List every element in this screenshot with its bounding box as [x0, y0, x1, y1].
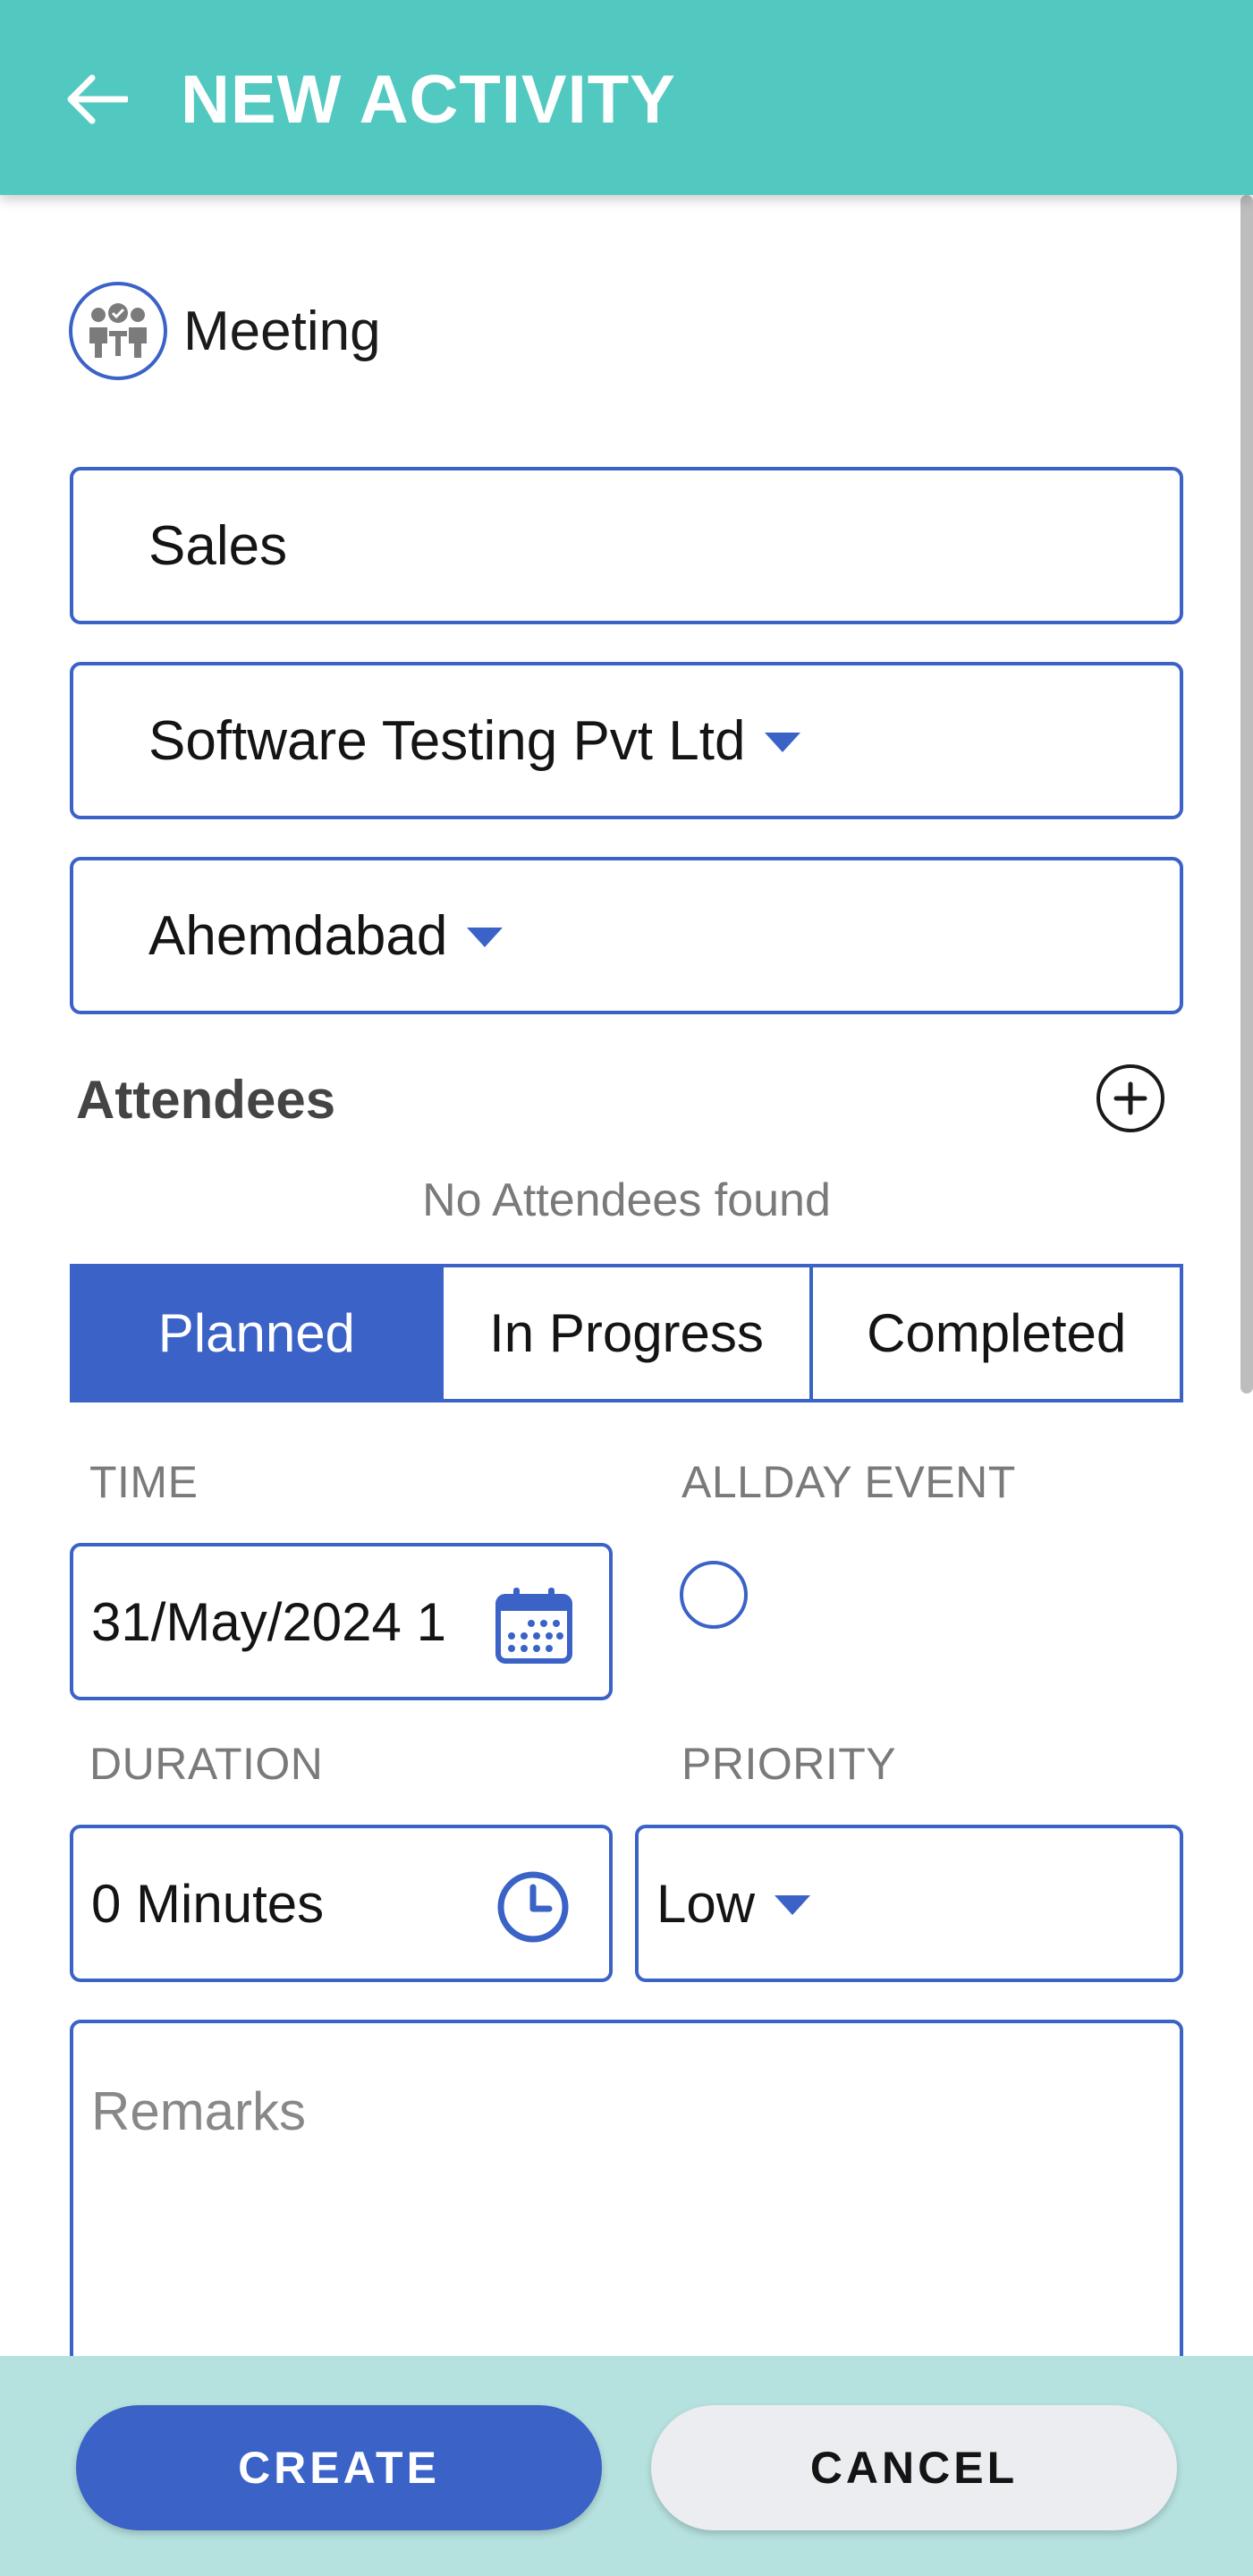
- calendar-icon: [495, 1588, 572, 1664]
- time-value: 31/May/2024 1: [91, 1591, 446, 1652]
- remarks-box[interactable]: [70, 2020, 1183, 2395]
- location-dropdown[interactable]: Ahemdabad: [70, 857, 1183, 1014]
- chevron-down-icon: [467, 928, 504, 947]
- priority-dropdown[interactable]: Low: [635, 1825, 1183, 1982]
- action-bar: CREATE CANCEL: [0, 2356, 1253, 2576]
- chevron-down-icon: [775, 1895, 811, 1915]
- remarks-input[interactable]: [91, 2080, 1162, 2334]
- time-label: TIME: [89, 1457, 199, 1507]
- company-value: Software Testing Pvt Ltd: [148, 709, 746, 772]
- plus-circle-icon: [1113, 1081, 1147, 1115]
- attendees-heading: Attendees: [76, 1070, 336, 1130]
- meeting-people-icon: [69, 282, 167, 380]
- allday-toggle[interactable]: [680, 1561, 748, 1629]
- time-picker[interactable]: 31/May/2024 1: [70, 1543, 613, 1700]
- category-field[interactable]: Sales: [70, 467, 1183, 624]
- app-bar: NEW ACTIVITY: [0, 0, 1253, 195]
- duration-picker[interactable]: 0 Minutes: [70, 1825, 613, 1982]
- arrow-left-icon: [67, 74, 128, 124]
- activity-type-row[interactable]: Meeting: [69, 282, 381, 380]
- priority-label: PRIORITY: [682, 1739, 897, 1789]
- no-attendees-text: No Attendees found: [422, 1174, 831, 1226]
- company-dropdown[interactable]: Software Testing Pvt Ltd: [70, 662, 1183, 819]
- status-in-progress[interactable]: In Progress: [439, 1267, 810, 1399]
- location-value: Ahemdabad: [148, 904, 448, 967]
- add-attendee-button[interactable]: [1096, 1064, 1164, 1132]
- status-planned[interactable]: Planned: [73, 1267, 440, 1399]
- back-button[interactable]: [55, 59, 136, 140]
- duration-label: DURATION: [89, 1739, 324, 1789]
- activity-type-label: Meeting: [183, 300, 381, 362]
- priority-value: Low: [656, 1873, 756, 1934]
- allday-label: ALLDAY EVENT: [682, 1457, 1016, 1507]
- cancel-button[interactable]: CANCEL: [651, 2405, 1177, 2530]
- chevron-down-icon: [765, 733, 801, 752]
- new-activity-screen: NEW ACTIVITY Meeting Sales Software Test…: [0, 0, 1253, 2576]
- duration-value: 0 Minutes: [91, 1873, 325, 1934]
- status-segmented-control: Planned In Progress Completed: [70, 1264, 1183, 1402]
- page-title: NEW ACTIVITY: [181, 62, 676, 138]
- create-button[interactable]: CREATE: [76, 2405, 602, 2530]
- category-value: Sales: [148, 514, 288, 577]
- clock-icon: [497, 1871, 569, 1943]
- status-completed[interactable]: Completed: [809, 1267, 1181, 1399]
